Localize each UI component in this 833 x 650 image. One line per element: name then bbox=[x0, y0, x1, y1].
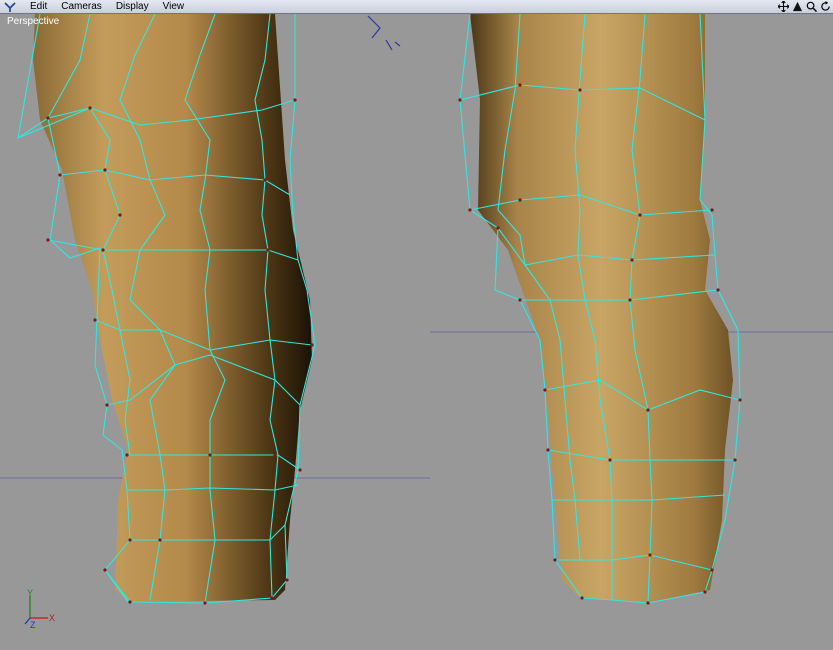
view-tools bbox=[778, 0, 831, 13]
menu-display[interactable]: Display bbox=[109, 1, 156, 13]
zoom-view-icon[interactable] bbox=[806, 1, 817, 12]
axis-gizmo: Y X Z bbox=[24, 588, 55, 630]
menu-cameras[interactable]: Cameras bbox=[54, 1, 109, 13]
fit-view-icon[interactable] bbox=[820, 1, 831, 12]
viewport-label: Perspective bbox=[7, 16, 60, 27]
menu-bar: Edit Cameras Display View bbox=[0, 0, 833, 14]
perspective-viewport[interactable]: Perspective Y X Z bbox=[0, 14, 833, 650]
rotate-view-icon[interactable] bbox=[792, 1, 803, 12]
right-leg-mesh bbox=[470, 14, 733, 602]
app-logo-icon[interactable] bbox=[3, 1, 17, 13]
x-axis-label: X bbox=[49, 613, 55, 623]
z-axis-label: Z bbox=[30, 620, 36, 630]
menu-view[interactable]: View bbox=[156, 1, 192, 13]
left-leg-mesh bbox=[33, 14, 312, 602]
y-axis-label: Y bbox=[27, 588, 33, 598]
move-view-icon[interactable] bbox=[778, 1, 789, 12]
annotation-stroke bbox=[367, 15, 401, 51]
scene bbox=[0, 14, 833, 605]
menu-edit[interactable]: Edit bbox=[23, 1, 54, 13]
